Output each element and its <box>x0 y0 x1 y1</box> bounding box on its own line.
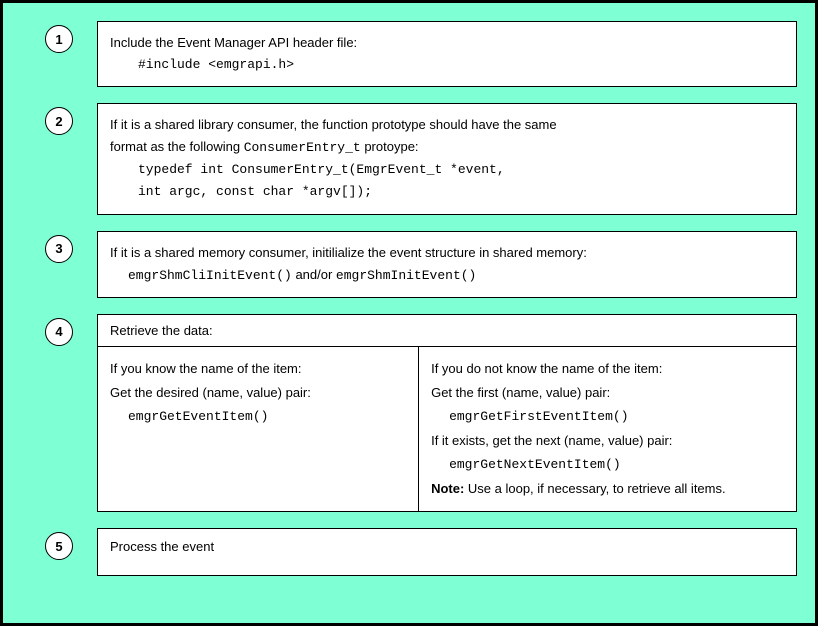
step-4-note-bold: Note: <box>431 481 464 496</box>
step-1-code: #include <emgrapi.h> <box>110 54 784 76</box>
step-5-badge-col: 5 <box>21 528 97 560</box>
step-3-row: 3 If it is a shared memory consumer, ini… <box>21 231 797 298</box>
step-4-right-l2: Get the first (name, value) pair: <box>431 381 784 405</box>
step-2-row: 2 If it is a shared library consumer, th… <box>21 103 797 214</box>
diagram-canvas: 1 Include the Event Manager API header f… <box>0 0 818 626</box>
step-4-box: Retrieve the data: If you know the name … <box>97 314 797 512</box>
step-5-text: Process the event <box>110 539 214 554</box>
step-4-left-code: emgrGetEventItem() <box>110 405 406 429</box>
step-4-row: 4 Retrieve the data: If you know the nam… <box>21 314 797 512</box>
step-2-badge: 2 <box>45 107 73 135</box>
step-2-box: If it is a shared library consumer, the … <box>97 103 797 214</box>
step-4-right-code1: emgrGetFirstEventItem() <box>431 405 784 429</box>
step-4-right-l1: If you do not know the name of the item: <box>431 357 784 381</box>
step-4-header: Retrieve the data: <box>98 315 796 347</box>
step-2-code2: int argc, const char *argv[]); <box>110 181 784 203</box>
step-2-code1: typedef int ConsumerEntry_t(EmgrEvent_t … <box>110 159 784 181</box>
step-4-right: If you do not know the name of the item:… <box>419 347 796 511</box>
step-3-line1: If it is a shared memory consumer, initi… <box>110 242 784 264</box>
step-3-code2: emgrShmInitEvent() <box>336 268 476 283</box>
step-3-box: If it is a shared memory consumer, initi… <box>97 231 797 298</box>
step-4-right-note: Note: Use a loop, if necessary, to retri… <box>431 477 784 501</box>
step-1-box: Include the Event Manager API header fil… <box>97 21 797 87</box>
step-3-badge: 3 <box>45 235 73 263</box>
step-4-badge: 4 <box>45 318 73 346</box>
step-4-note-text: Use a loop, if necessary, to retrieve al… <box>464 481 725 496</box>
step-1-text: Include the Event Manager API header fil… <box>110 32 784 54</box>
step-4-badge-col: 4 <box>21 314 97 346</box>
step-3-mid: and/or <box>292 267 336 282</box>
step-2-line2: format as the following ConsumerEntry_t … <box>110 136 784 159</box>
step-5-row: 5 Process the event <box>21 528 797 576</box>
step-4-left: If you know the name of the item: Get th… <box>98 347 419 511</box>
step-2-line1: If it is a shared library consumer, the … <box>110 114 784 136</box>
step-1-badge-col: 1 <box>21 21 97 53</box>
step-2-line2-code: ConsumerEntry_t <box>244 140 361 155</box>
step-3-codes: emgrShmCliInitEvent() and/or emgrShmInit… <box>110 264 784 287</box>
step-4-left-l1: If you know the name of the item: <box>110 357 406 381</box>
step-5-box: Process the event <box>97 528 797 576</box>
step-4-right-code2: emgrGetNextEventItem() <box>431 453 784 477</box>
step-4-right-l3: If it exists, get the next (name, value)… <box>431 429 784 453</box>
step-2-line2a: format as the following <box>110 139 244 154</box>
step-4-body: If you know the name of the item: Get th… <box>98 347 796 511</box>
step-1-row: 1 Include the Event Manager API header f… <box>21 21 797 87</box>
step-5-badge: 5 <box>45 532 73 560</box>
step-4-left-l2: Get the desired (name, value) pair: <box>110 381 406 405</box>
step-2-badge-col: 2 <box>21 103 97 135</box>
step-3-badge-col: 3 <box>21 231 97 263</box>
step-2-line2b: protoype: <box>361 139 419 154</box>
step-1-badge: 1 <box>45 25 73 53</box>
step-3-code1: emgrShmCliInitEvent() <box>128 268 292 283</box>
